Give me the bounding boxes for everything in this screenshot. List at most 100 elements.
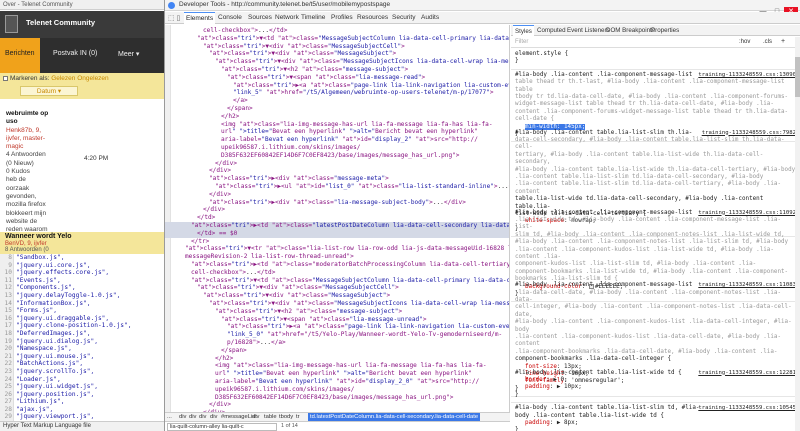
list-item[interactable]: Wanneer wordt Yelo BenVD, 9, ijvfer 8 An…	[0, 232, 164, 254]
breadcrumb-item[interactable]: table	[264, 414, 277, 420]
styles-filter-input[interactable]: Filter	[515, 39, 528, 45]
dom-node-line[interactable]: upeik96587.i.lithium.com/skins/images/	[221, 144, 509, 152]
styles-tab-properties[interactable]: Properties	[649, 25, 681, 36]
css-source-link[interactable]: training-1133248559.css:13090	[698, 72, 796, 79]
dom-node-line[interactable]: url" ">title="Bevat een hyperlink" ">alt…	[215, 370, 509, 378]
tab-network[interactable]: Network	[273, 12, 301, 24]
css-source-link[interactable]: training-1133248559.css:10545	[698, 405, 796, 412]
new-rule-button[interactable]: +	[781, 38, 785, 45]
tab-sources[interactable]: Sources	[246, 12, 274, 24]
scrollbar-thumb[interactable]	[795, 57, 800, 97]
dom-node-line[interactable]: "at">class="tri">▼<span "at">class="lia-…	[227, 74, 509, 82]
tab-resources[interactable]: Resources	[355, 12, 390, 24]
dom-node-line[interactable]: "at">class="tri">▼<span "at">class="lia-…	[221, 316, 509, 324]
css-source-link[interactable]: training-1133248559.css:11092	[698, 210, 796, 217]
dom-node-line[interactable]: p/16828">...</a>	[227, 339, 509, 347]
inspect-icon[interactable]: ⬚ ▯	[168, 14, 180, 22]
breadcrumb-item[interactable]: tbody	[279, 414, 293, 420]
styles-scrollbar[interactable]	[795, 37, 800, 431]
dom-node-line[interactable]: cell-checkbox">...</td>	[203, 27, 509, 35]
dom-node-line[interactable]: "link_5_0" "at">href="/t5/Yelo-Play/Wann…	[227, 331, 509, 339]
tab-console[interactable]: Console	[216, 12, 244, 24]
dom-node-line[interactable]: "at">class="tri">▼<div "at">class="Messa…	[203, 43, 509, 51]
dom-node-line[interactable]: </div>	[215, 160, 509, 168]
nav-postvak-in[interactable]: Postvak IN (0)	[53, 50, 97, 57]
dom-node-line[interactable]: aria-label="Bevat een hyperlink" "at">id…	[215, 378, 509, 386]
mark-unread-link[interactable]: Ongelezen	[77, 75, 108, 82]
dom-node-line[interactable]: "at">class="tri">▶<td "at">class="latest…	[165, 222, 509, 230]
site-brand[interactable]: Telenet Community	[26, 18, 95, 27]
breadcrumb-item[interactable]: div	[199, 414, 206, 420]
dom-node-line[interactable]: </div>	[209, 401, 509, 409]
dom-node-line[interactable]: </h2>	[215, 355, 509, 363]
dom-node-line[interactable]: </span>	[227, 105, 509, 113]
mark-read-link[interactable]: Gelezen	[51, 75, 75, 82]
dom-node-line[interactable]: </div>	[209, 167, 509, 175]
dom-node-line[interactable]: "at">class="tri">▶<td "at">class="modera…	[191, 261, 509, 269]
breadcrumb-item[interactable]: td.latestPostDateColumn.lia-data-cell-se…	[308, 413, 481, 421]
message-title[interactable]: Wanneer wordt Yelo	[5, 233, 72, 240]
styles-tab-styles[interactable]: Styles	[513, 25, 534, 36]
dom-node-line[interactable]: aria-label="Bevat een hyperlink" "at">id…	[221, 136, 509, 144]
nav-berichten[interactable]: Berichten	[0, 38, 40, 73]
breadcrumb-item[interactable]: ...	[167, 414, 172, 420]
dom-node-line[interactable]: messageRevision-2 lia-list-row-thread-un…	[185, 253, 509, 261]
dom-node-line[interactable]: </td> == $0	[165, 229, 509, 238]
search-input[interactable]: lia-quilt-column-alley lia-quilt-c	[167, 423, 277, 431]
dom-node-line[interactable]: "at">class="tri">▼<h2 "at">class="messag…	[215, 308, 509, 316]
dom-node-line[interactable]: "at">class="tri">▼<div "at">class="Messa…	[209, 50, 509, 58]
hover-toggle-button[interactable]: :hov	[739, 39, 750, 45]
tab-profiles[interactable]: Profiles	[329, 12, 355, 24]
dom-node-line[interactable]: </div>	[209, 191, 509, 199]
dom-node-line[interactable]: </h2>	[221, 113, 509, 121]
message-users[interactable]: Henk87b, 9, ijvfer, master-magic	[6, 127, 50, 152]
dom-node-line[interactable]: </span>	[221, 347, 509, 355]
dom-node-line[interactable]: </td>	[197, 214, 509, 222]
dom-node-line[interactable]: </div>	[203, 206, 509, 214]
dom-node-line[interactable]: cell-checkbox">...</td>	[191, 269, 509, 277]
message-title[interactable]: webruimte op uso	[6, 110, 50, 127]
select-all-checkbox[interactable]	[3, 76, 8, 81]
breadcrumb-item[interactable]: div	[210, 414, 217, 420]
menu-toggle-icon[interactable]	[5, 15, 18, 33]
dom-node-line[interactable]: D385F632EF60842EF14D6F7C0EF8423/base/ima…	[215, 394, 509, 402]
dom-node-line[interactable]: "at">class="tri">▼<div "at">class="Messa…	[197, 284, 509, 292]
dom-node-line[interactable]: </a>	[233, 97, 509, 105]
dom-node-line[interactable]: "at">class="tri">▼<div "at">class="Messa…	[209, 300, 509, 308]
breadcrumb-item[interactable]: div	[179, 414, 186, 420]
styles-tab-computed[interactable]: Computed	[535, 25, 568, 36]
tab-security[interactable]: Security	[390, 12, 417, 24]
tab-timeline[interactable]: Timeline	[299, 12, 327, 24]
dom-node-line[interactable]: "at">class="tri">▶<a "at">class="page-li…	[233, 82, 509, 90]
dom-node-line[interactable]: </tr>	[191, 238, 509, 246]
dom-node-line[interactable]: "at">class="tri">▼<td "at">class="Messag…	[191, 277, 509, 285]
css-source-link[interactable]: training-1133248559.css:12281	[698, 370, 796, 377]
list-item[interactable]: webruimte op uso Henk87b, 9, ijvfer, mas…	[6, 110, 50, 243]
dom-node-line[interactable]: "at">class="tri">▶<a "at">class="page-li…	[227, 323, 509, 331]
dom-node-line[interactable]: "at">class="tri">▶<ul "at">id="list_0" "…	[215, 183, 509, 191]
dom-node-line[interactable]: D385F632EF60842EF14D6F7C0EF8423/base/ima…	[221, 152, 509, 160]
dom-node-line[interactable]: "at">class="tri">▼<tr "at">class="lia-li…	[185, 245, 509, 253]
dom-node-line[interactable]: "link_5" "at">href="/t5/Algemeen/webruim…	[233, 89, 509, 97]
dom-node-line[interactable]: "at">class="tri">▶<div "at">class="lia-m…	[209, 199, 509, 207]
css-source-link[interactable]: training-1133248559.css:7982	[702, 130, 796, 137]
tab-elements[interactable]: Elements	[184, 12, 216, 24]
dom-node-line[interactable]: url" ">title="Bevat een hyperlink" ">alt…	[221, 128, 509, 136]
dom-node-line[interactable]: "at">class="tri">▶<div "at">class="messa…	[209, 175, 509, 183]
dom-node-line[interactable]: <img "at">class="lia-img-message-has-url…	[221, 121, 509, 129]
class-toggle-button[interactable]: .cls	[763, 39, 772, 45]
css-rule[interactable]: training-1133248559.css:10545 #lia-body .…	[511, 403, 800, 431]
dom-node-line[interactable]: "at">class="tri">▼<td "at">class="Messag…	[197, 35, 509, 43]
dom-node-line[interactable]: <img "at">class="lia-img-message-has-url…	[215, 362, 509, 370]
breadcrumb-item[interactable]: tr	[296, 414, 300, 420]
dom-node-line[interactable]: "at">class="tri">▼<h2 "at">class="messag…	[221, 66, 509, 74]
sort-dropdown[interactable]: Datum ▾	[20, 86, 78, 96]
tab-audits[interactable]: Audits	[419, 12, 441, 24]
nav-meer[interactable]: Meer ▾	[118, 50, 139, 58]
dom-node-line[interactable]: "at">class="tri">▼<div "at">class="Messa…	[203, 292, 509, 300]
breadcrumb-item[interactable]: div	[252, 414, 259, 420]
css-rule[interactable]: element.style {}	[511, 49, 800, 70]
css-source-link[interactable]: training-1133248559.css:11083	[698, 282, 796, 289]
breadcrumb-item[interactable]: div	[189, 414, 196, 420]
dom-node-line[interactable]: upeik96587.i.lithium.com/skins/images/	[215, 386, 509, 394]
